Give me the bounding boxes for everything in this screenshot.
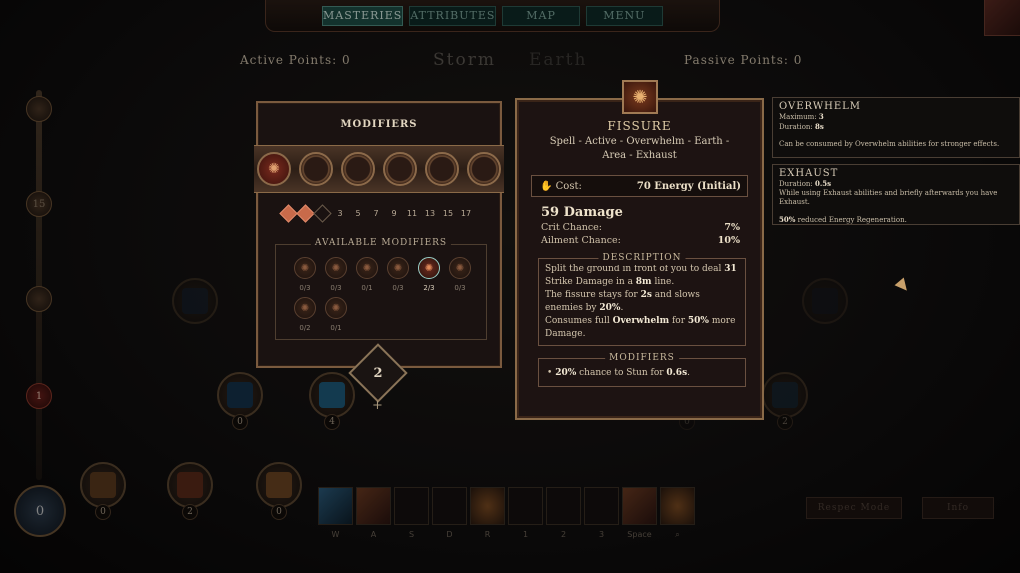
exhaust-text: While using Exhaust abilities and briefl… [779,189,998,206]
cost-label: ✋ Cost: [540,181,582,192]
modifier-icon: ✺ [325,257,347,279]
available-modifiers-title: Available Modifiers [310,238,452,248]
add-point-button[interactable]: + [372,398,383,413]
description-line: Consumes full Overwhelm for 50% more Dam… [545,316,736,339]
modifier-count: 0/3 [299,284,311,292]
modifier-socket[interactable] [299,152,333,186]
ailment-chance-row: Ailment Chance: 10% [541,235,740,246]
ability-cost: ✋ Cost: 70 Energy (Initial) [531,175,748,197]
crit-label: Crit Chance: [541,222,602,233]
modifier-option[interactable]: ✺ 0/3 [383,257,413,292]
modifier-socket-filled[interactable]: ✺ [257,152,291,186]
ability-tooltip: Fissure Spell - Active - Overwhelm - Ear… [515,98,764,420]
modifier-count: 0/3 [454,284,466,292]
exhaust-effect: 50% reduced Energy Regeneration. [779,215,907,224]
threshold-value: 9 [391,209,397,218]
modifier-option[interactable]: ✺ 0/1 [321,297,351,332]
modifier-threshold-track: 3 5 7 9 11 13 15 17 [279,204,500,223]
exhaust-info-box: Exhaust Duration: 0.5s While using Exhau… [772,164,1020,225]
description-title: Description [598,252,686,265]
modifier-icon: ✺ [418,257,440,279]
modifier-socket[interactable] [341,152,375,186]
modifier-count: 2/3 [423,284,435,292]
ability-name: Fissure [607,119,672,133]
threshold-diamond [313,204,332,223]
tooltip-modifiers-box: Modifiers • 20% chance to Stun for 0.6s. [538,352,746,387]
modifier-count: 0/1 [361,284,373,292]
modifiers-panel-title: Modifiers [340,118,418,130]
modifier-icon: ✺ [356,257,378,279]
fissure-ability-icon: ✺ [622,80,658,114]
threshold-value: 11 [406,209,418,218]
tooltip-modifiers-title: Modifiers [605,352,679,365]
modifier-icon: ✺ [387,257,409,279]
cost-label-text: Cost: [555,180,582,192]
threshold-diamond-filled [296,204,315,223]
overwhelm-text: Can be consumed by Overwhelm abilities f… [779,140,1000,148]
ability-damage: 59 Damage [541,205,623,220]
modifier-option[interactable]: ✺ 0/3 [290,257,320,292]
ability-tags: Spell - Active - Overwhelm - Earth - Are… [549,136,730,161]
description-line: Split the ground in front of you to deal… [545,264,737,287]
overwhelm-info-box: Overwhelm Maximum: 3 Duration: 8s Can be… [772,97,1020,158]
modifier-option-selected[interactable]: ✺ 2/3 [414,257,444,292]
energy-icon: ✋ [540,180,553,192]
modifier-socket[interactable] [467,152,501,186]
modifier-icon: ✺ [449,257,471,279]
description-box: Description Split the ground in front of… [538,252,746,346]
threshold-diamond-filled [279,204,298,223]
ailment-value: 10% [717,235,740,246]
crit-chance-row: Crit Chance: 7% [541,222,740,233]
modifier-icon: ✺ [294,257,316,279]
threshold-value: 17 [460,209,472,218]
threshold-value: 5 [355,209,361,218]
threshold-value: 7 [373,209,379,218]
overlay-dim [0,0,1020,573]
modifier-count: 0/3 [330,284,342,292]
threshold-value: 15 [442,209,454,218]
modifier-option[interactable]: ✺ 0/1 [352,257,382,292]
modifier-icon: ✺ [294,297,316,319]
overwhelm-max: Maximum: 3 [779,112,824,121]
exhaust-title: Exhaust [779,168,839,179]
overwhelm-title: Overwhelm [779,101,862,112]
description-line: The fissure stays for 2s and slows enemi… [545,290,700,313]
available-modifiers: Available Modifiers ✺ 0/3 ✺ 0/3 ✺ 0/1 ✺ 0/3 … [275,238,487,340]
ailment-label: Ailment Chance: [541,235,621,246]
modifier-socket[interactable] [383,152,417,186]
threshold-value: 3 [337,209,343,218]
modifier-option[interactable]: ✺ 0/3 [445,257,475,292]
modifier-socket[interactable] [425,152,459,186]
exhaust-duration: Duration: 0.5s [779,179,832,188]
skill-points-value: 2 [373,365,383,381]
modifier-option[interactable]: ✺ 0/2 [290,297,320,332]
threshold-value: 13 [424,209,436,218]
cost-value: 70 Energy (Initial) [636,180,741,192]
modifier-count: 0/3 [392,284,404,292]
modifier-icon: ✺ [325,297,347,319]
crit-value: 7% [724,222,740,233]
modifier-sockets: ✺ [254,145,504,193]
modifier-count: 0/2 [299,324,311,332]
overwhelm-duration: Duration: 8s [779,122,824,131]
modifier-option[interactable]: ✺ 0/3 [321,257,351,292]
modifiers-panel: Modifiers ✺ 3 5 7 9 11 13 15 17 Availabl… [254,101,504,368]
modifier-count: 0/1 [330,324,342,332]
modifier-effect-line: • 20% chance to Stun for 0.6s. [547,368,691,378]
